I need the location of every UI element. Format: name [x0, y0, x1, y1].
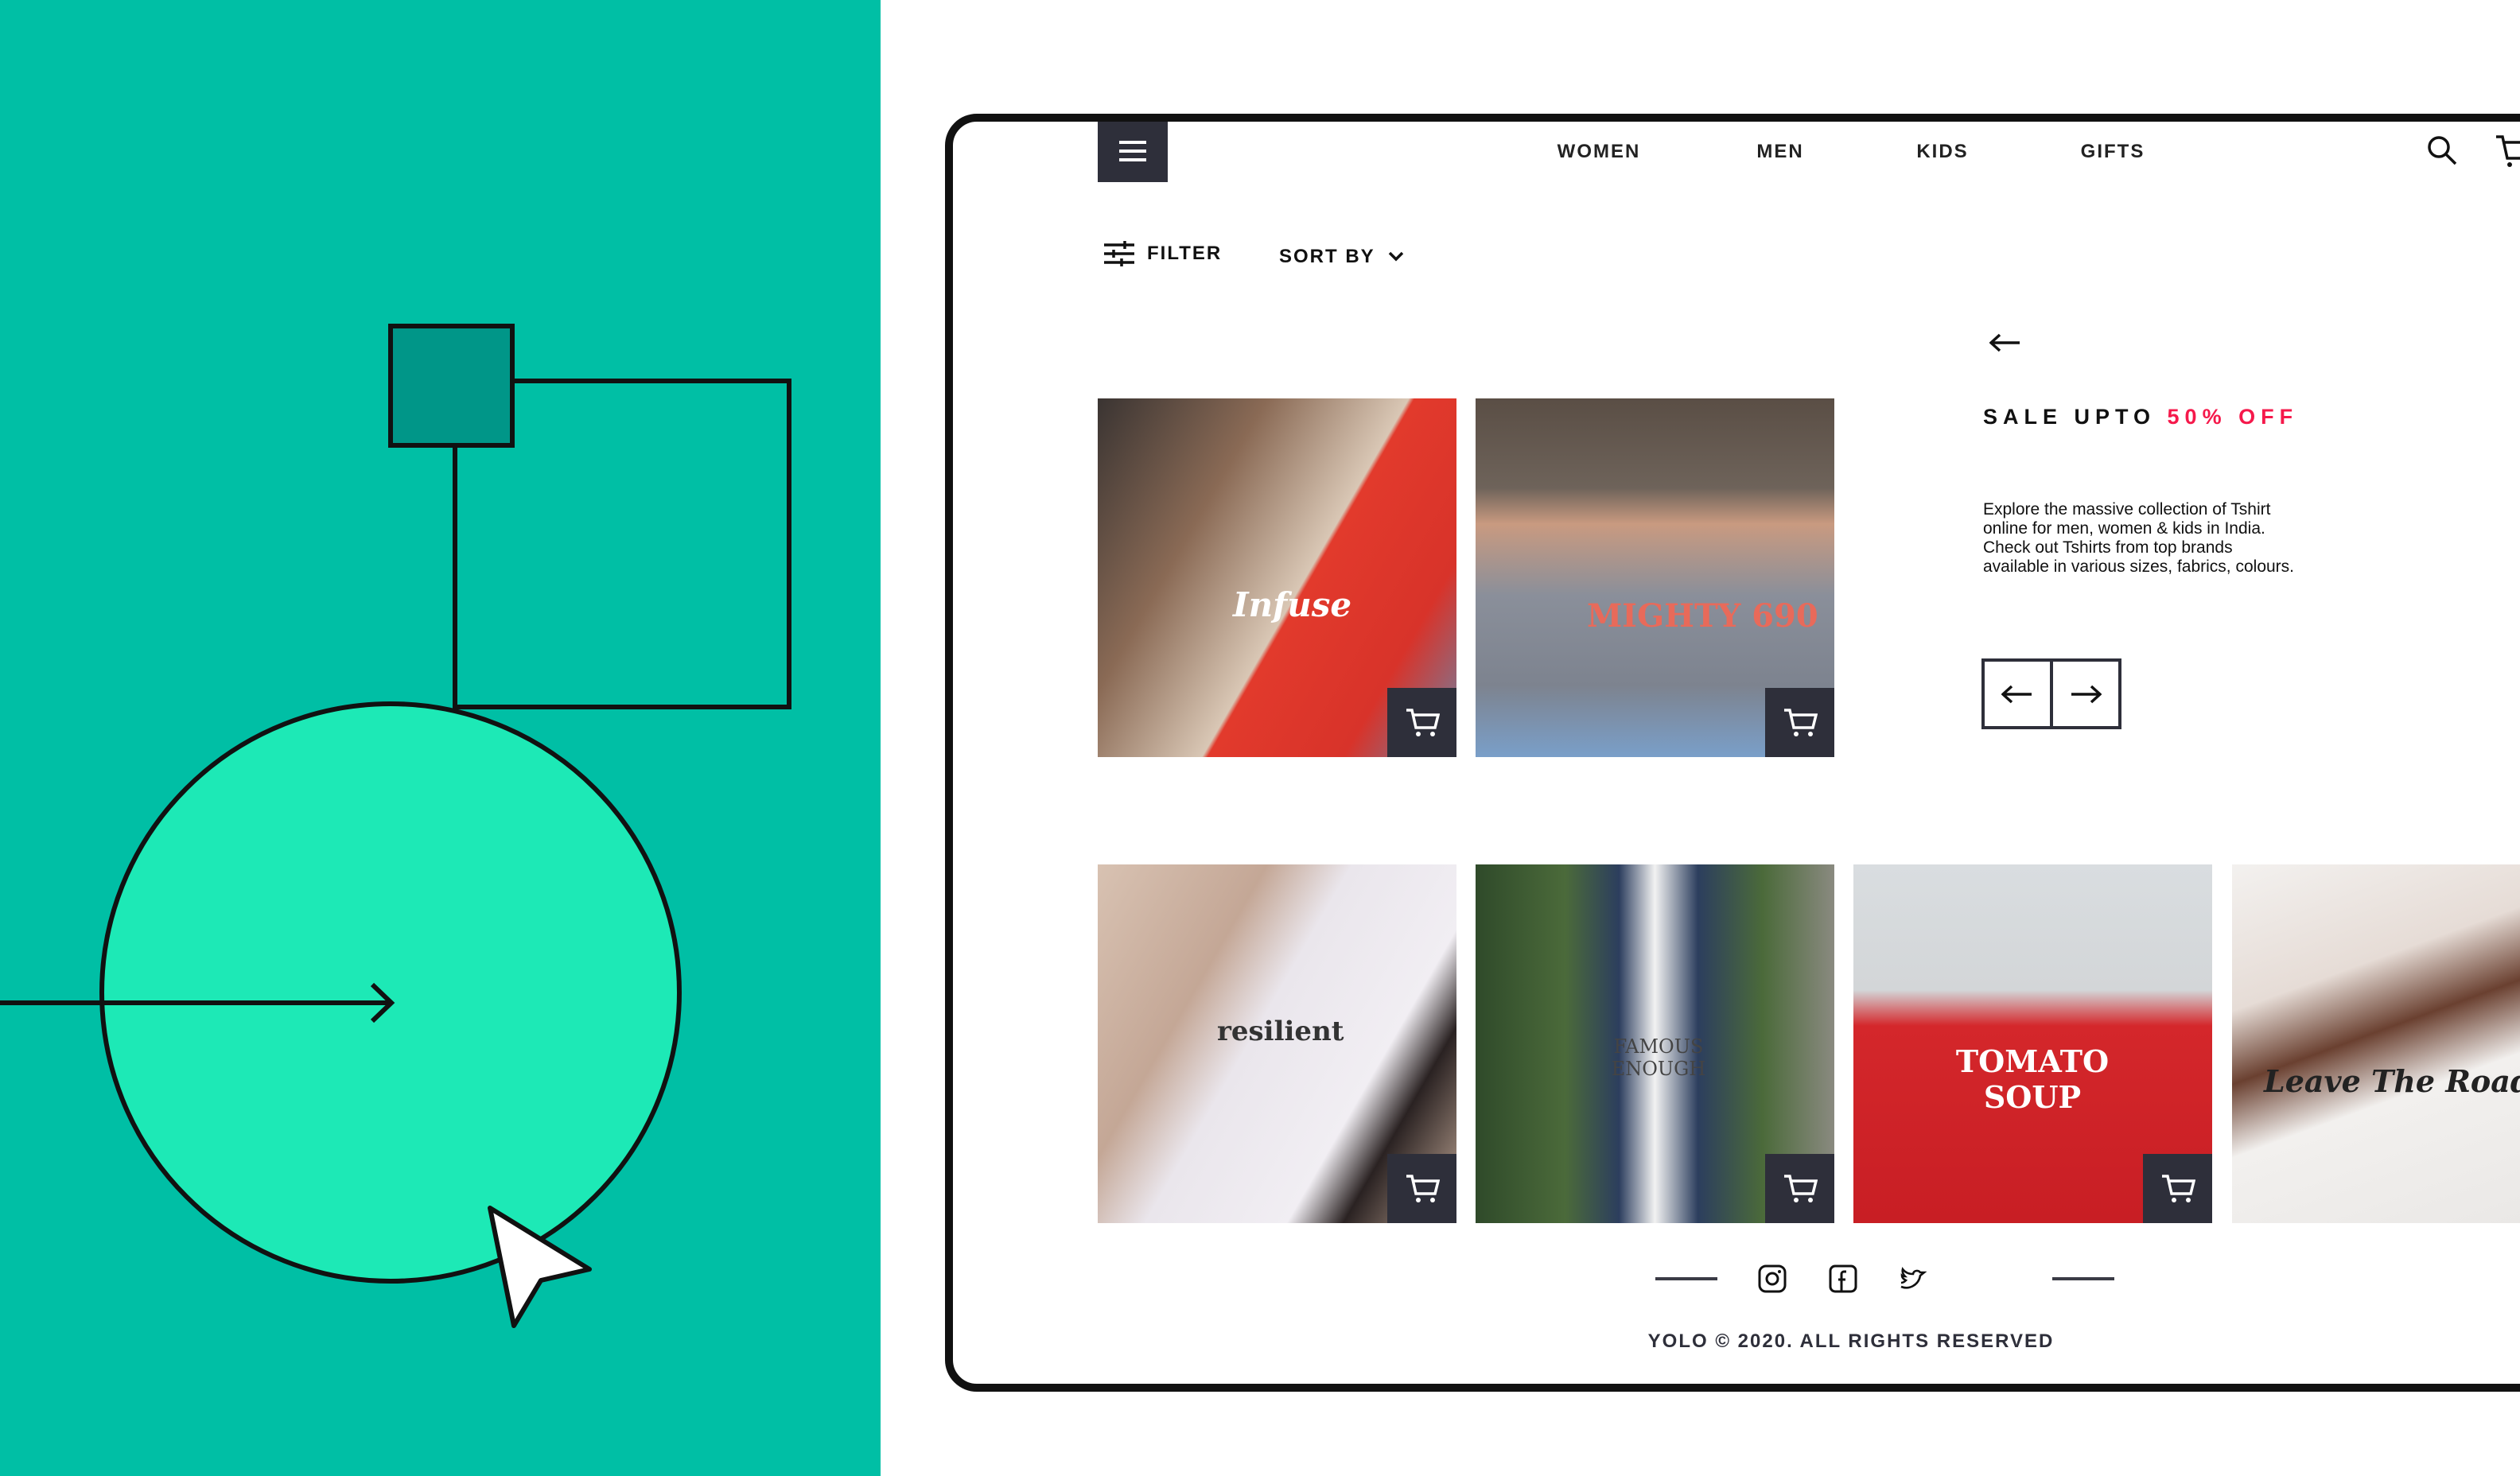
search-icon[interactable] — [2426, 134, 2458, 166]
next-button[interactable] — [2053, 662, 2118, 726]
product-card[interactable]: resilient — [1098, 864, 1456, 1223]
product-print: MIGHTY 690 — [1587, 597, 1818, 635]
filter-icon — [1104, 241, 1134, 266]
cart-icon[interactable] — [2495, 134, 2520, 169]
nav-gifts[interactable]: GIFTS — [2081, 141, 2145, 163]
menu-button[interactable] — [1098, 122, 1168, 182]
filter-label: FILTER — [1147, 243, 1223, 264]
facebook-icon[interactable] — [1829, 1264, 1857, 1293]
cart-icon — [2161, 1174, 2195, 1202]
twitter-icon[interactable] — [1898, 1266, 1927, 1292]
product-card[interactable]: Leave The Road — [2232, 864, 2520, 1223]
instagram-icon[interactable] — [1758, 1264, 1787, 1293]
sale-highlight: 50% OFF — [2167, 405, 2299, 429]
cart-icon — [1406, 1174, 1440, 1202]
menu-icon — [1119, 141, 1146, 144]
product-print: FAMOUS ENOUGH — [1611, 1035, 1706, 1080]
copyright: YOLO © 2020. ALL RIGHTS RESERVED — [1647, 1330, 2055, 1352]
carousel-controls — [1981, 658, 2121, 729]
prev-button[interactable] — [1985, 662, 2053, 726]
product-card[interactable]: TOMATO SOUP — [1853, 864, 2212, 1223]
cart-icon — [1783, 708, 1818, 736]
sort-label: SORT BY — [1279, 246, 1375, 267]
arrow-right-icon — [2071, 685, 2102, 703]
product-print: resilient — [1217, 1016, 1344, 1047]
product-print: TOMATO SOUP — [1955, 1043, 2110, 1115]
footer-divider — [1655, 1277, 1717, 1280]
filter-button[interactable]: FILTER — [1104, 241, 1222, 266]
menu-icon-bar — [1119, 158, 1146, 161]
circle-shape — [99, 701, 682, 1284]
chevron-down-icon — [1388, 251, 1403, 262]
square-shape — [388, 324, 515, 448]
sale-title: SALE UPTO — [1983, 405, 2168, 429]
nav-women[interactable]: WOMEN — [1558, 141, 1641, 163]
product-card[interactable]: MIGHTY 690 — [1476, 398, 1834, 757]
nav-men[interactable]: MEN — [1756, 141, 1803, 163]
add-to-cart-button[interactable] — [1387, 688, 1456, 757]
footer-divider — [2052, 1277, 2114, 1280]
add-to-cart-button[interactable] — [2143, 1154, 2212, 1223]
cart-icon — [1406, 708, 1440, 736]
back-arrow-icon[interactable] — [1989, 333, 2021, 352]
add-to-cart-button[interactable] — [1387, 1154, 1456, 1223]
nav-kids[interactable]: KIDS — [1916, 141, 1968, 163]
illustration — [0, 324, 791, 1328]
product-print: Infuse — [1233, 585, 1352, 624]
cart-icon — [1783, 1174, 1818, 1202]
illustration-panel — [0, 0, 881, 1476]
sale-heading: SALE UPTO 50% OFF — [1983, 405, 2298, 429]
promo-description: Explore the massive collection of Tshirt… — [1983, 500, 2295, 576]
product-print: Leave The Road — [2264, 1063, 2520, 1099]
device-frame: WOMEN MEN KIDS GIFTS FILTER SORT BY SALE… — [945, 114, 2520, 1392]
product-card[interactable]: FAMOUS ENOUGH — [1476, 864, 1834, 1223]
menu-icon-bar — [1119, 150, 1146, 153]
product-card[interactable]: Infuse — [1098, 398, 1456, 757]
arrow-left-icon — [2001, 685, 2032, 703]
sort-dropdown[interactable]: SORT BY — [1279, 246, 1404, 268]
add-to-cart-button[interactable] — [1765, 1154, 1834, 1223]
add-to-cart-button[interactable] — [1765, 688, 1834, 757]
